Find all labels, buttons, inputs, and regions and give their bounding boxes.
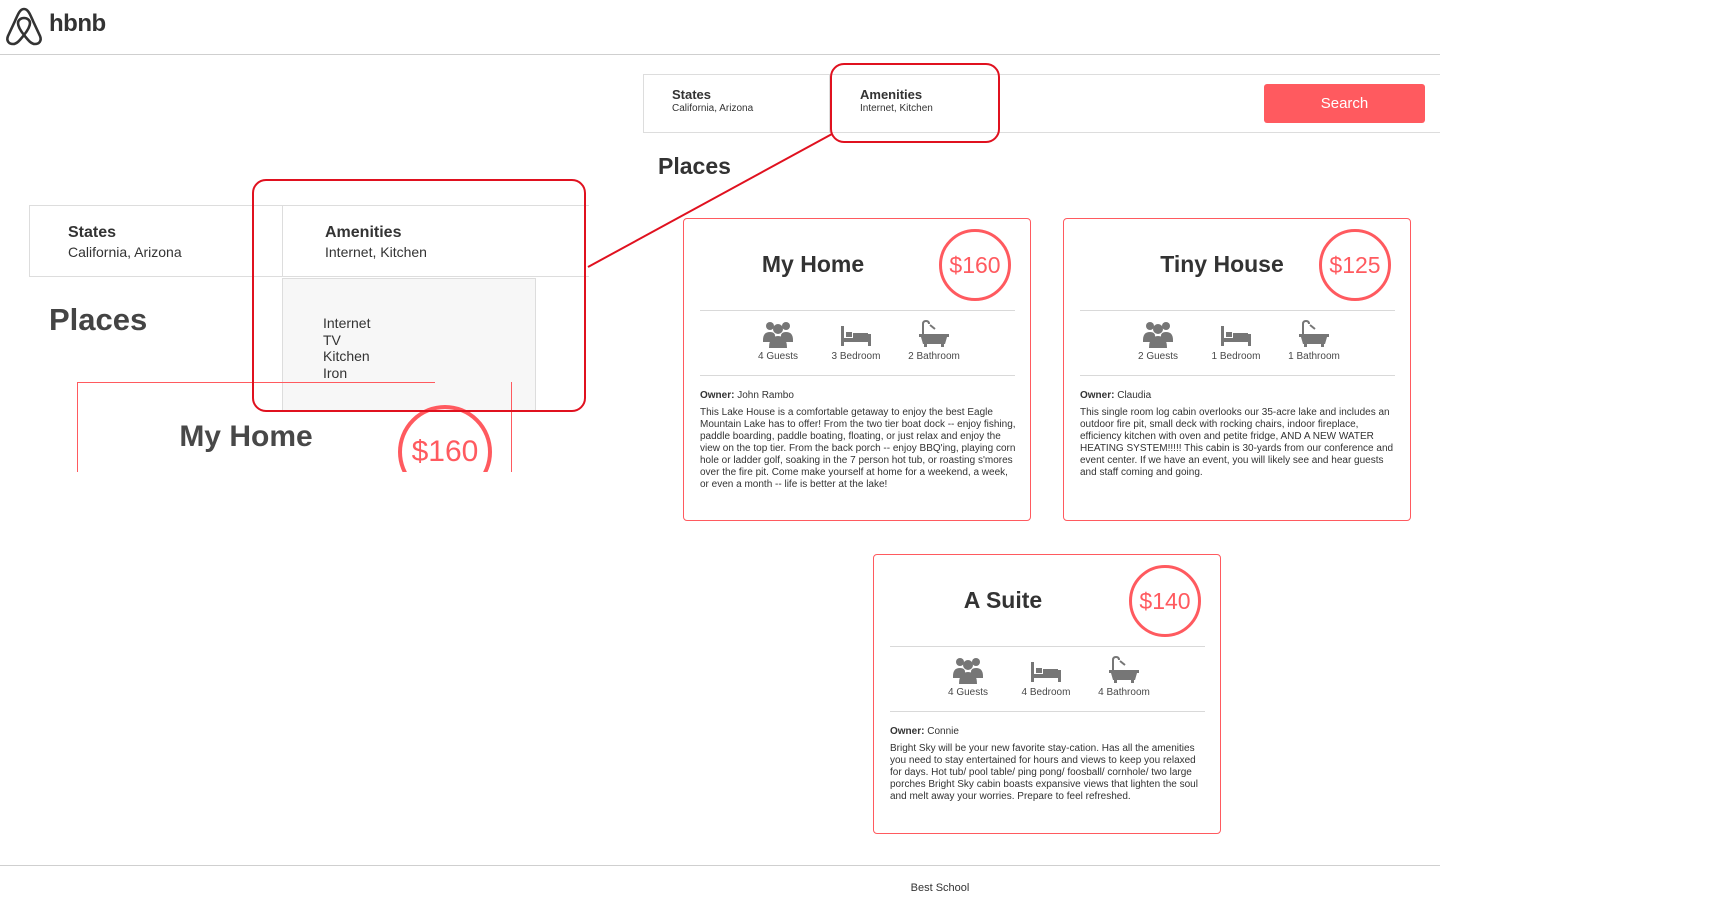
places-heading: Places <box>658 153 731 179</box>
zoomed-card-clip <box>380 472 520 512</box>
footer-text: Best School <box>910 882 970 894</box>
highlight-box-large <box>252 179 586 412</box>
rooms-label: 1 Bedroom <box>1211 351 1261 362</box>
guests-info: 4 Guests <box>923 656 1013 698</box>
rooms-info: 1 Bedroom <box>1191 320 1281 362</box>
states-filter-selected: California, Arizona <box>672 103 754 114</box>
place-price: $160 <box>939 229 1011 301</box>
states-filter[interactable]: States California, Arizona <box>644 75 830 132</box>
owner-label: Owner: <box>700 390 735 401</box>
place-title: A Suite <box>963 587 1043 613</box>
guests-icon <box>763 322 793 348</box>
divider <box>890 711 1205 712</box>
owner-name: Claudia <box>1117 390 1152 401</box>
bed-icon <box>1221 326 1251 346</box>
divider <box>890 646 1205 647</box>
bathrooms-label: 2 Bathroom <box>908 351 960 362</box>
highlight-box-small <box>830 63 1000 143</box>
divider <box>1080 310 1395 311</box>
divider <box>700 375 1015 376</box>
owner-name: Connie <box>927 726 959 737</box>
place-description: This single room log cabin overlooks our… <box>1080 407 1394 478</box>
place-card[interactable]: My Home $160 4 Guests 3 Bedroom 2 Bathro… <box>683 218 1031 521</box>
owner-label: Owner: <box>890 726 925 737</box>
bathtub-icon <box>919 320 949 347</box>
footer-divider <box>0 865 1440 866</box>
owner-line: Owner: Connie <box>890 726 959 737</box>
bathrooms-info: 1 Bathroom <box>1269 320 1359 362</box>
rooms-info: 4 Bedroom <box>1001 656 1091 698</box>
owner-label: Owner: <box>1080 390 1115 401</box>
header <box>0 0 1440 55</box>
guests-label: 4 Guests <box>757 351 799 362</box>
place-price: $125 <box>1319 229 1391 301</box>
bed-icon <box>841 326 871 346</box>
owner-name: John Rambo <box>737 390 794 401</box>
zoomed-states-selected: California, Arizona <box>68 244 182 260</box>
rooms-label: 3 Bedroom <box>831 351 881 362</box>
guests-label: 2 Guests <box>1137 351 1179 362</box>
rooms-label: 4 Bedroom <box>1021 687 1071 698</box>
rooms-info: 3 Bedroom <box>811 320 901 362</box>
place-card[interactable]: Tiny House $125 2 Guests 1 Bedroom 1 Bat… <box>1063 218 1411 521</box>
airbnb-logo-icon[interactable] <box>3 6 45 46</box>
guests-icon <box>953 658 983 684</box>
search-button[interactable]: Search <box>1264 84 1425 123</box>
guests-label: 4 Guests <box>947 687 989 698</box>
place-card[interactable]: A Suite $140 4 Guests 4 Bedroom 4 Bathro… <box>873 554 1221 834</box>
bathrooms-label: 1 Bathroom <box>1288 351 1340 362</box>
place-price: $140 <box>1129 565 1201 637</box>
place-title: My Home <box>761 251 865 277</box>
states-filter-title: States <box>672 87 712 102</box>
bathtub-icon <box>1299 320 1329 347</box>
zoomed-states-title: States <box>68 224 117 241</box>
zoomed-places-heading: Places <box>49 302 148 337</box>
bathtub-icon <box>1109 656 1139 683</box>
guests-info: 4 Guests <box>733 320 823 362</box>
divider <box>1080 375 1395 376</box>
guests-icon <box>1143 322 1173 348</box>
bathrooms-info: 2 Bathroom <box>889 320 979 362</box>
place-title: Tiny House <box>1160 251 1284 277</box>
owner-line: Owner: John Rambo <box>700 390 794 401</box>
guests-info: 2 Guests <box>1113 320 1203 362</box>
place-description: Bright Sky will be your new favorite sta… <box>890 743 1198 802</box>
zoomed-card-title: My Home <box>179 420 313 453</box>
brand-name[interactable]: hbnb <box>49 10 106 38</box>
bed-icon <box>1031 662 1061 682</box>
place-description: This Lake House is a comfortable getaway… <box>700 407 1016 490</box>
divider <box>700 310 1015 311</box>
bathrooms-label: 4 Bathroom <box>1098 687 1150 698</box>
zoomed-states-filter[interactable]: States California, Arizona <box>30 206 283 276</box>
owner-line: Owner: Claudia <box>1080 390 1151 401</box>
bathrooms-info: 4 Bathroom <box>1079 656 1169 698</box>
